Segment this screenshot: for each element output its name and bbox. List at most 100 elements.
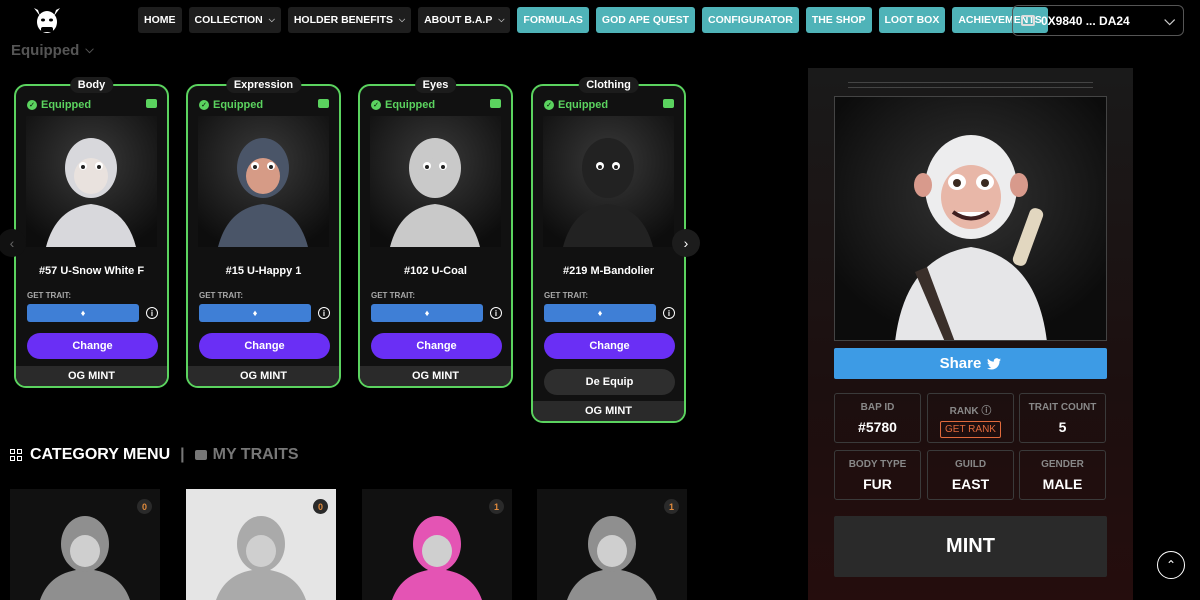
equipped-status: ✓ Equipped bbox=[199, 99, 263, 111]
carousel-next-button[interactable]: › bbox=[672, 229, 700, 257]
change-trait-button[interactable]: Change bbox=[199, 333, 330, 359]
change-trait-button[interactable]: Change bbox=[544, 333, 675, 359]
nav-item-loot-box[interactable]: LOOT BOX bbox=[878, 7, 946, 33]
ape-details-panel: Share BAP ID #5780 RANK ⓘ GET RANK TRAIT COU… bbox=[808, 68, 1133, 600]
mint-button[interactable]: MINT bbox=[834, 516, 1107, 577]
wallet-icon bbox=[146, 99, 157, 108]
nav-item-holder-benefits[interactable]: HOLDER BENEFITS ⌵ bbox=[287, 7, 412, 33]
stat-value: 5 bbox=[1058, 419, 1067, 435]
equipped-status-label: Equipped bbox=[213, 99, 264, 111]
twitter-icon bbox=[987, 357, 1002, 370]
trait-count-badge: 0 bbox=[137, 499, 152, 514]
stat-label: GUILD bbox=[928, 459, 1013, 470]
check-icon: ✓ bbox=[544, 100, 554, 110]
info-icon[interactable]: i bbox=[490, 307, 502, 319]
trait-thumbnail[interactable]: 0 bbox=[186, 489, 336, 600]
tab-my-traits-label: MY TRAITS bbox=[212, 446, 299, 463]
stat-value: FUR bbox=[863, 476, 892, 492]
trait-count-badge: 1 bbox=[664, 499, 679, 514]
equipped-header[interactable]: Equipped ⌵ bbox=[11, 42, 94, 59]
tab-category-menu[interactable]: CATEGORY MENU bbox=[30, 446, 170, 464]
nav-item-the-shop[interactable]: THE SHOP bbox=[805, 7, 872, 33]
check-icon: ✓ bbox=[371, 100, 381, 110]
trait-image bbox=[198, 116, 329, 247]
nav-item-home[interactable]: HOME bbox=[138, 7, 182, 33]
equipped-title: Equipped bbox=[11, 42, 80, 59]
info-icon[interactable]: ⓘ bbox=[981, 406, 991, 417]
scroll-to-top-button[interactable]: ⌃ bbox=[1157, 551, 1185, 579]
equipped-status-label: Equipped bbox=[385, 99, 436, 111]
configurator-page: HOME COLLECTION ⌵ HOLDER BENEFITS ⌵ ABOUT B.A… bbox=[0, 0, 1200, 600]
nav-item-configurator[interactable]: CONFIGURATOR bbox=[702, 7, 799, 33]
ethereum-icon: ♦ bbox=[424, 308, 430, 318]
get-trait-label: GET TRAIT: bbox=[371, 291, 415, 300]
equipped-status-label: Equipped bbox=[558, 99, 609, 111]
main-nav: HOME COLLECTION ⌵ HOLDER BENEFITS ⌵ ABOUT B.A… bbox=[138, 7, 1048, 33]
mint-type-label: OG MINT bbox=[16, 366, 167, 386]
nav-item-label: GOD APE QUEST bbox=[601, 14, 690, 26]
trait-category-label: Eyes bbox=[414, 77, 457, 93]
stat-label: RANK ⓘ bbox=[928, 402, 1013, 417]
chevron-down-icon: ⌵ bbox=[498, 15, 505, 24]
trait-thumbnail[interactable]: 0 bbox=[10, 489, 160, 600]
equipped-status-label: Equipped bbox=[41, 99, 92, 111]
tab-my-traits[interactable]: MY TRAITS bbox=[194, 446, 299, 464]
stat-trait-count: TRAIT COUNT 5 bbox=[1019, 393, 1106, 443]
chevron-down-icon: ⌵ bbox=[399, 15, 406, 24]
stat-label-text: GUILD bbox=[954, 459, 987, 470]
stat-label-text: GENDER bbox=[1041, 459, 1084, 470]
trait-thumbnail[interactable]: 1 bbox=[362, 489, 512, 600]
info-icon[interactable]: i bbox=[663, 307, 675, 319]
wallet-icon bbox=[1021, 15, 1035, 26]
chevron-down-icon: ⌵ bbox=[85, 44, 94, 56]
nav-item-formulas[interactable]: FORMULAS bbox=[517, 7, 589, 33]
mint-type-label: OG MINT bbox=[188, 366, 339, 386]
get-trait-button[interactable]: ♦ bbox=[199, 304, 311, 322]
stat-body-type: BODY TYPE FUR bbox=[834, 450, 921, 500]
trait-name: #57 U-Snow White F bbox=[38, 265, 145, 277]
info-icon[interactable]: i bbox=[318, 307, 330, 319]
ape-preview-image bbox=[834, 96, 1107, 341]
check-icon: ✓ bbox=[199, 100, 209, 110]
share-button[interactable]: Share bbox=[834, 348, 1107, 379]
trait-name: #102 U-Coal bbox=[404, 265, 467, 277]
trait-thumbnail[interactable]: 1 bbox=[537, 489, 687, 600]
stat-value: MALE bbox=[1042, 476, 1083, 492]
trait-category-label: Clothing bbox=[578, 77, 639, 93]
mint-type-label: OG MINT bbox=[360, 366, 511, 386]
wallet-address: 0X9840 ... DA24 bbox=[1041, 13, 1130, 28]
stat-label-text: BAP ID bbox=[860, 402, 895, 413]
get-trait-button[interactable]: ♦ bbox=[371, 304, 483, 322]
wallet-icon bbox=[194, 450, 207, 460]
nav-item-label: HOLDER BENEFITS bbox=[293, 14, 393, 26]
nav-item-collection[interactable]: COLLECTION ⌵ bbox=[188, 7, 281, 33]
nav-item-god-ape-quest[interactable]: GOD APE QUEST bbox=[595, 7, 696, 33]
trait-image bbox=[26, 116, 157, 247]
get-rank-button[interactable]: GET RANK bbox=[940, 421, 1001, 438]
bull-logo-icon[interactable] bbox=[30, 4, 64, 38]
stat-rank: RANK ⓘ GET RANK bbox=[927, 393, 1014, 443]
equipped-status: ✓ Equipped bbox=[27, 99, 91, 111]
wallet-button[interactable]: 0X9840 ... DA24 ⌵ bbox=[1012, 5, 1184, 36]
nav-item-label: FORMULAS bbox=[523, 14, 583, 26]
change-trait-button[interactable]: Change bbox=[371, 333, 502, 359]
stat-value: EAST bbox=[951, 476, 990, 492]
trait-name: #219 M-Bandolier bbox=[562, 265, 655, 277]
info-icon[interactable]: i bbox=[146, 307, 158, 319]
change-trait-button[interactable]: Change bbox=[27, 333, 158, 359]
nav-item-about-b-a-p[interactable]: ABOUT B.A.P ⌵ bbox=[418, 7, 511, 33]
equipped-status: ✓ Equipped bbox=[544, 99, 608, 111]
stat-label: BAP ID bbox=[835, 402, 920, 413]
chevron-down-icon: ⌵ bbox=[1164, 12, 1175, 28]
trait-card-expression: Expression ✓ Equipped #15 U-Happy 1 GET … bbox=[186, 77, 341, 388]
equipped-status: ✓ Equipped bbox=[371, 99, 435, 111]
nav-item-label: CONFIGURATOR bbox=[708, 14, 793, 26]
trait-image bbox=[543, 116, 674, 247]
get-trait-button[interactable]: ♦ bbox=[544, 304, 656, 322]
trait-count-badge: 0 bbox=[313, 499, 328, 514]
wallet-icon bbox=[663, 99, 674, 108]
get-trait-button[interactable]: ♦ bbox=[27, 304, 139, 322]
nav-item-label: LOOT BOX bbox=[884, 14, 940, 26]
ethereum-icon: ♦ bbox=[80, 308, 86, 318]
de-equip-button[interactable]: De Equip bbox=[544, 369, 675, 395]
